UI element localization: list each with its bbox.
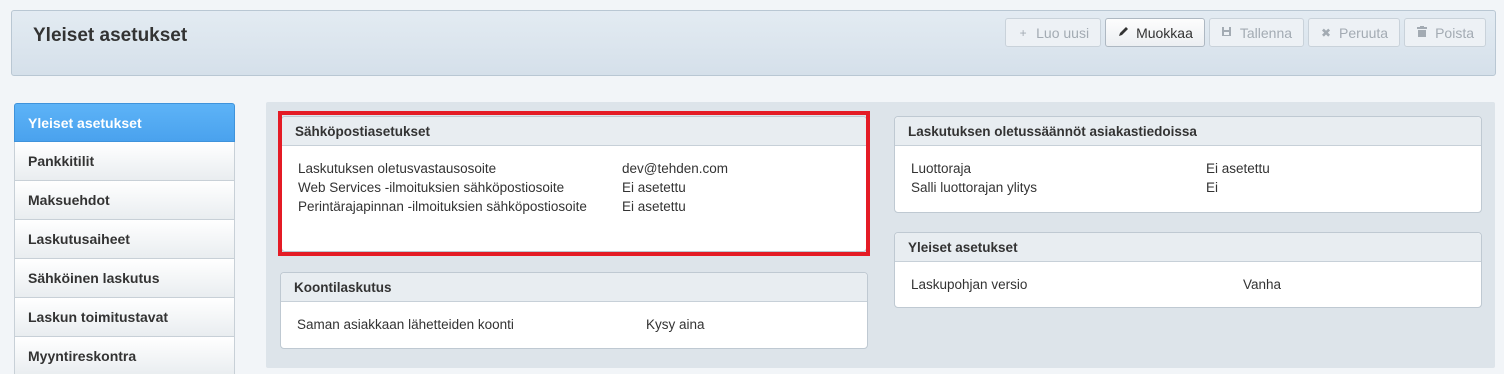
row-label: Saman asiakkaan lähetteiden koonti xyxy=(297,317,514,332)
sidebar-item-sales-ledger[interactable]: Myyntireskontra xyxy=(14,337,235,374)
sidebar-nav: Yleiset asetukset Pankkitilit Maksuehdot… xyxy=(14,103,235,374)
settings-row: Saman asiakkaan lähetteiden koonti Kysy … xyxy=(281,317,867,336)
panel-title: Sähköpostiasetukset xyxy=(282,117,866,146)
row-value: Ei asetettu xyxy=(622,199,686,214)
row-value: Kysy aina xyxy=(646,317,705,332)
plus-icon: + xyxy=(1019,25,1027,40)
sidebar-item-bank-accounts[interactable]: Pankkitilit xyxy=(14,142,235,181)
row-value: dev@tehden.com xyxy=(622,161,729,176)
create-new-label: Luo uusi xyxy=(1036,24,1090,41)
settings-row: Salli luottorajan ylitys Ei xyxy=(895,180,1481,199)
row-value: Ei xyxy=(1206,180,1219,195)
page-title: Yleiset asetukset xyxy=(33,25,188,46)
save-label: Tallenna xyxy=(1239,24,1293,41)
row-label: Salli luottorajan ylitys xyxy=(911,180,1038,195)
billing-defaults-panel: Laskutuksen oletussäännöt asiakastiedois… xyxy=(894,116,1482,213)
delete-label: Poista xyxy=(1435,24,1474,41)
panel-title: Yleiset asetukset xyxy=(895,233,1481,262)
sidebar-item-general-settings[interactable]: Yleiset asetukset xyxy=(14,103,235,142)
row-value: Vanha xyxy=(1243,277,1282,292)
pencil-icon xyxy=(1117,26,1129,40)
row-label: Perintärajapinnan -ilmoituksien sähköpos… xyxy=(298,199,587,214)
row-label: Web Services -ilmoituksien sähköpostioso… xyxy=(298,180,565,195)
panel-title: Koontilaskutus xyxy=(281,273,867,302)
cancel-button[interactable]: ✖ Peruuta xyxy=(1308,18,1401,47)
panel-title: Laskutuksen oletussäännöt asiakastiedois… xyxy=(895,117,1481,146)
row-label: Laskutuksen oletusvastausosoite xyxy=(298,161,497,176)
save-button[interactable]: Tallenna xyxy=(1208,18,1305,47)
delete-button[interactable]: Poista xyxy=(1404,18,1486,47)
row-label: Laskupohjan versio xyxy=(911,277,1028,292)
settings-row: Perintärajapinnan -ilmoituksien sähköpos… xyxy=(282,199,866,218)
sidebar-item-e-invoicing[interactable]: Sähköinen laskutus xyxy=(14,259,235,298)
trash-icon xyxy=(1416,25,1428,40)
sidebar-item-payment-terms[interactable]: Maksuehdot xyxy=(14,181,235,220)
general-settings-panel: Yleiset asetukset Laskupohjan versio Van… xyxy=(894,232,1482,308)
row-value: Ei asetettu xyxy=(622,180,686,195)
row-label: Luottoraja xyxy=(911,161,972,176)
settings-row: Laskutuksen oletusvastausosoite dev@tehd… xyxy=(282,161,866,180)
toolbar: + Luo uusi Muokkaa Tallenna ✖ Peruuta Po… xyxy=(1005,18,1486,47)
settings-row: Web Services -ilmoituksien sähköpostioso… xyxy=(282,180,866,199)
row-value: Ei asetettu xyxy=(1206,161,1270,176)
cancel-label: Peruuta xyxy=(1339,24,1389,41)
close-icon: ✖ xyxy=(1321,25,1332,40)
settings-row: Laskupohjan versio Vanha xyxy=(895,277,1481,296)
edit-button[interactable]: Muokkaa xyxy=(1105,18,1205,47)
sidebar-item-billing-topics[interactable]: Laskutusaiheet xyxy=(14,220,235,259)
sidebar-item-delivery-methods[interactable]: Laskun toimitustavat xyxy=(14,298,235,337)
consolidated-billing-panel: Koontilaskutus Saman asiakkaan lähetteid… xyxy=(280,272,868,349)
email-settings-panel: Sähköpostiasetukset Laskutuksen oletusva… xyxy=(281,116,867,252)
settings-row: Luottoraja Ei asetettu xyxy=(895,161,1481,180)
save-icon xyxy=(1221,26,1233,40)
edit-label: Muokkaa xyxy=(1136,24,1193,41)
create-new-button[interactable]: + Luo uusi xyxy=(1005,18,1102,47)
page-header: Yleiset asetukset + Luo uusi Muokkaa Tal… xyxy=(11,10,1496,76)
